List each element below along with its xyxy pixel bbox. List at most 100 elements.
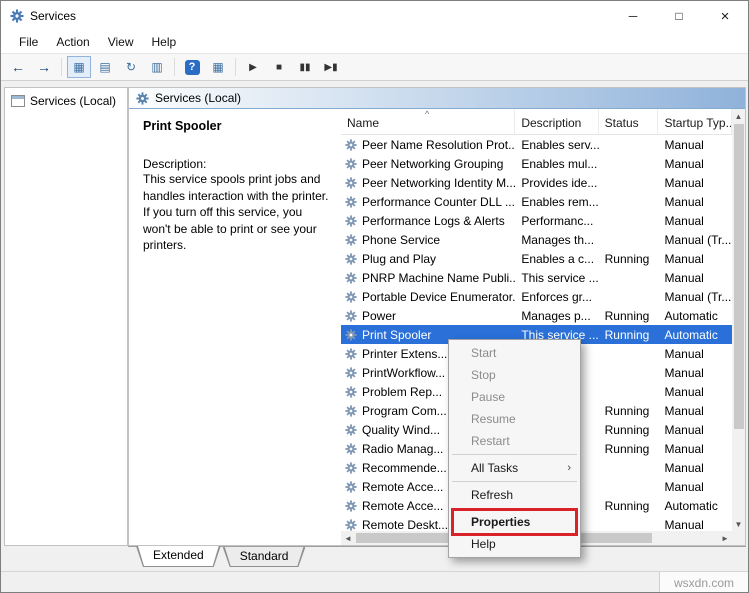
service-row[interactable]: Peer Networking GroupingEnables mul...Ma… [341,154,732,173]
service-name-cell: Plug and Play [341,249,515,268]
menu-file[interactable]: File [10,32,47,52]
context-item-restart[interactable]: Restart [449,430,580,452]
column-header-description[interactable]: Description [515,109,598,134]
minimize-button[interactable]: ─ [610,1,656,31]
context-item-resume[interactable]: Resume [449,408,580,430]
services-content: Print Spooler Description: This service … [129,109,745,545]
watermark: wsxdn.com [659,572,748,593]
close-button[interactable]: × [702,1,748,31]
context-item-all-tasks[interactable]: All Tasks› [449,457,580,479]
service-startup-cell: Manual [658,515,732,531]
stop-service-icon[interactable]: ■ [267,56,291,78]
service-startup-cell: Manual [658,458,732,477]
service-gear-icon [345,519,357,531]
menu-view[interactable]: View [99,32,143,52]
forward-icon[interactable]: → [32,56,56,78]
tab-extended[interactable]: Extended [136,546,221,567]
service-startup-cell: Manual [658,173,732,192]
service-startup-cell: Manual [658,192,732,211]
service-startup-cell: Manual [658,363,732,382]
service-startup-cell: Manual [658,268,732,287]
start-service-icon[interactable]: ▶ [241,56,265,78]
service-name-cell: Performance Logs & Alerts [341,211,515,230]
service-row[interactable]: Peer Name Resolution Prot...Enables serv… [341,135,732,154]
menu-separator [452,481,577,482]
service-row[interactable]: Phone ServiceManages th...Manual (Tr... [341,230,732,249]
services-window: Services ─ □ × FileActionViewHelp ←→▦▤↻▥… [0,0,749,593]
context-item-help[interactable]: Help [449,533,580,555]
menu-separator [452,454,577,455]
service-gear-icon [345,196,357,208]
toolbar-separator [235,58,236,76]
service-gear-icon [345,272,357,284]
maximize-button[interactable]: □ [656,1,702,31]
service-row[interactable]: PNRP Machine Name Publi...This service .… [341,268,732,287]
service-startup-cell: Manual [658,211,732,230]
service-gear-icon [345,348,357,360]
service-row[interactable]: Performance Logs & AlertsPerformanc...Ma… [341,211,732,230]
service-status-cell [599,268,659,287]
refresh-icon[interactable]: ↻ [119,56,143,78]
service-gear-icon [345,291,357,303]
tab-standard[interactable]: Standard [223,547,306,567]
service-row[interactable]: Performance Counter DLL ...Enables rem..… [341,192,732,211]
status-bar: wsxdn.com [1,571,748,593]
column-header-name[interactable]: Name^ [341,109,515,134]
menu-help[interactable]: Help [143,32,186,52]
export-list-icon[interactable]: ▥ [145,56,169,78]
context-item-stop[interactable]: Stop [449,364,580,386]
vertical-scroll-thumb[interactable] [734,124,744,429]
service-startup-cell: Manual [658,401,732,420]
service-name-cell: Peer Networking Grouping [341,154,515,173]
service-gear-icon [345,405,357,417]
scroll-down-icon[interactable]: ▼ [732,517,745,531]
service-description-cell: Enforces gr... [515,287,598,306]
sort-indicator-icon: ^ [425,109,429,119]
properties-window-icon[interactable]: ▤ [93,56,117,78]
list-header: Name^DescriptionStatusStartup Typ... [341,109,732,135]
restart-service-icon[interactable]: ▶▮ [319,56,343,78]
service-status-cell [599,515,659,531]
selected-service-name: Print Spooler [143,119,327,133]
context-menu: StartStopPauseResumeRestart All Tasks› Ref… [448,339,581,558]
help-icon[interactable]: ? [180,56,204,78]
services-panel: Services (Local) Print Spooler Descripti… [128,87,746,546]
column-header-status[interactable]: Status [599,109,659,134]
service-status-cell [599,173,659,192]
menu-separator [452,508,577,509]
view-tabs: ExtendedStandard [128,546,746,571]
service-status-cell: Running [599,306,659,325]
service-status-cell [599,477,659,496]
console-window-icon [11,95,25,107]
scroll-up-icon[interactable]: ▲ [732,109,745,123]
service-status-cell [599,135,659,154]
service-gear-icon [345,234,357,246]
service-description-cell: This service ... [515,268,598,287]
context-item-pause[interactable]: Pause [449,386,580,408]
service-row[interactable]: Plug and PlayEnables a c...RunningManual [341,249,732,268]
context-item-properties[interactable]: Properties [449,511,580,533]
service-gear-icon [345,424,357,436]
service-row[interactable]: Peer Networking Identity M...Provides id… [341,173,732,192]
column-header-startup-typ[interactable]: Startup Typ... [658,109,732,134]
extended-detail-pane: Print Spooler Description: This service … [129,109,341,545]
toolbar-separator [174,58,175,76]
service-gear-icon [345,253,357,265]
service-row[interactable]: PowerManages p...RunningAutomatic [341,306,732,325]
menu-action[interactable]: Action [47,32,98,52]
scroll-left-icon[interactable]: ◄ [341,531,355,545]
show-console-tree-icon[interactable]: ▦ [67,56,91,78]
service-row[interactable]: Portable Device Enumerator...Enforces gr… [341,287,732,306]
pause-service-icon[interactable]: ▮▮ [293,56,317,78]
back-icon[interactable]: ← [6,56,30,78]
tree-item-services-local[interactable]: Services (Local) [5,88,127,108]
context-item-start[interactable]: Start [449,342,580,364]
menu-bar: FileActionViewHelp [1,31,748,53]
show-action-pane-icon[interactable]: ▦ [206,56,230,78]
service-startup-cell: Manual [658,420,732,439]
vertical-scrollbar[interactable]: ▲ ▼ [732,109,745,545]
context-item-refresh[interactable]: Refresh [449,484,580,506]
scroll-right-icon[interactable]: ► [718,531,732,545]
help-glyph: ? [185,60,200,75]
service-startup-cell: Manual [658,249,732,268]
